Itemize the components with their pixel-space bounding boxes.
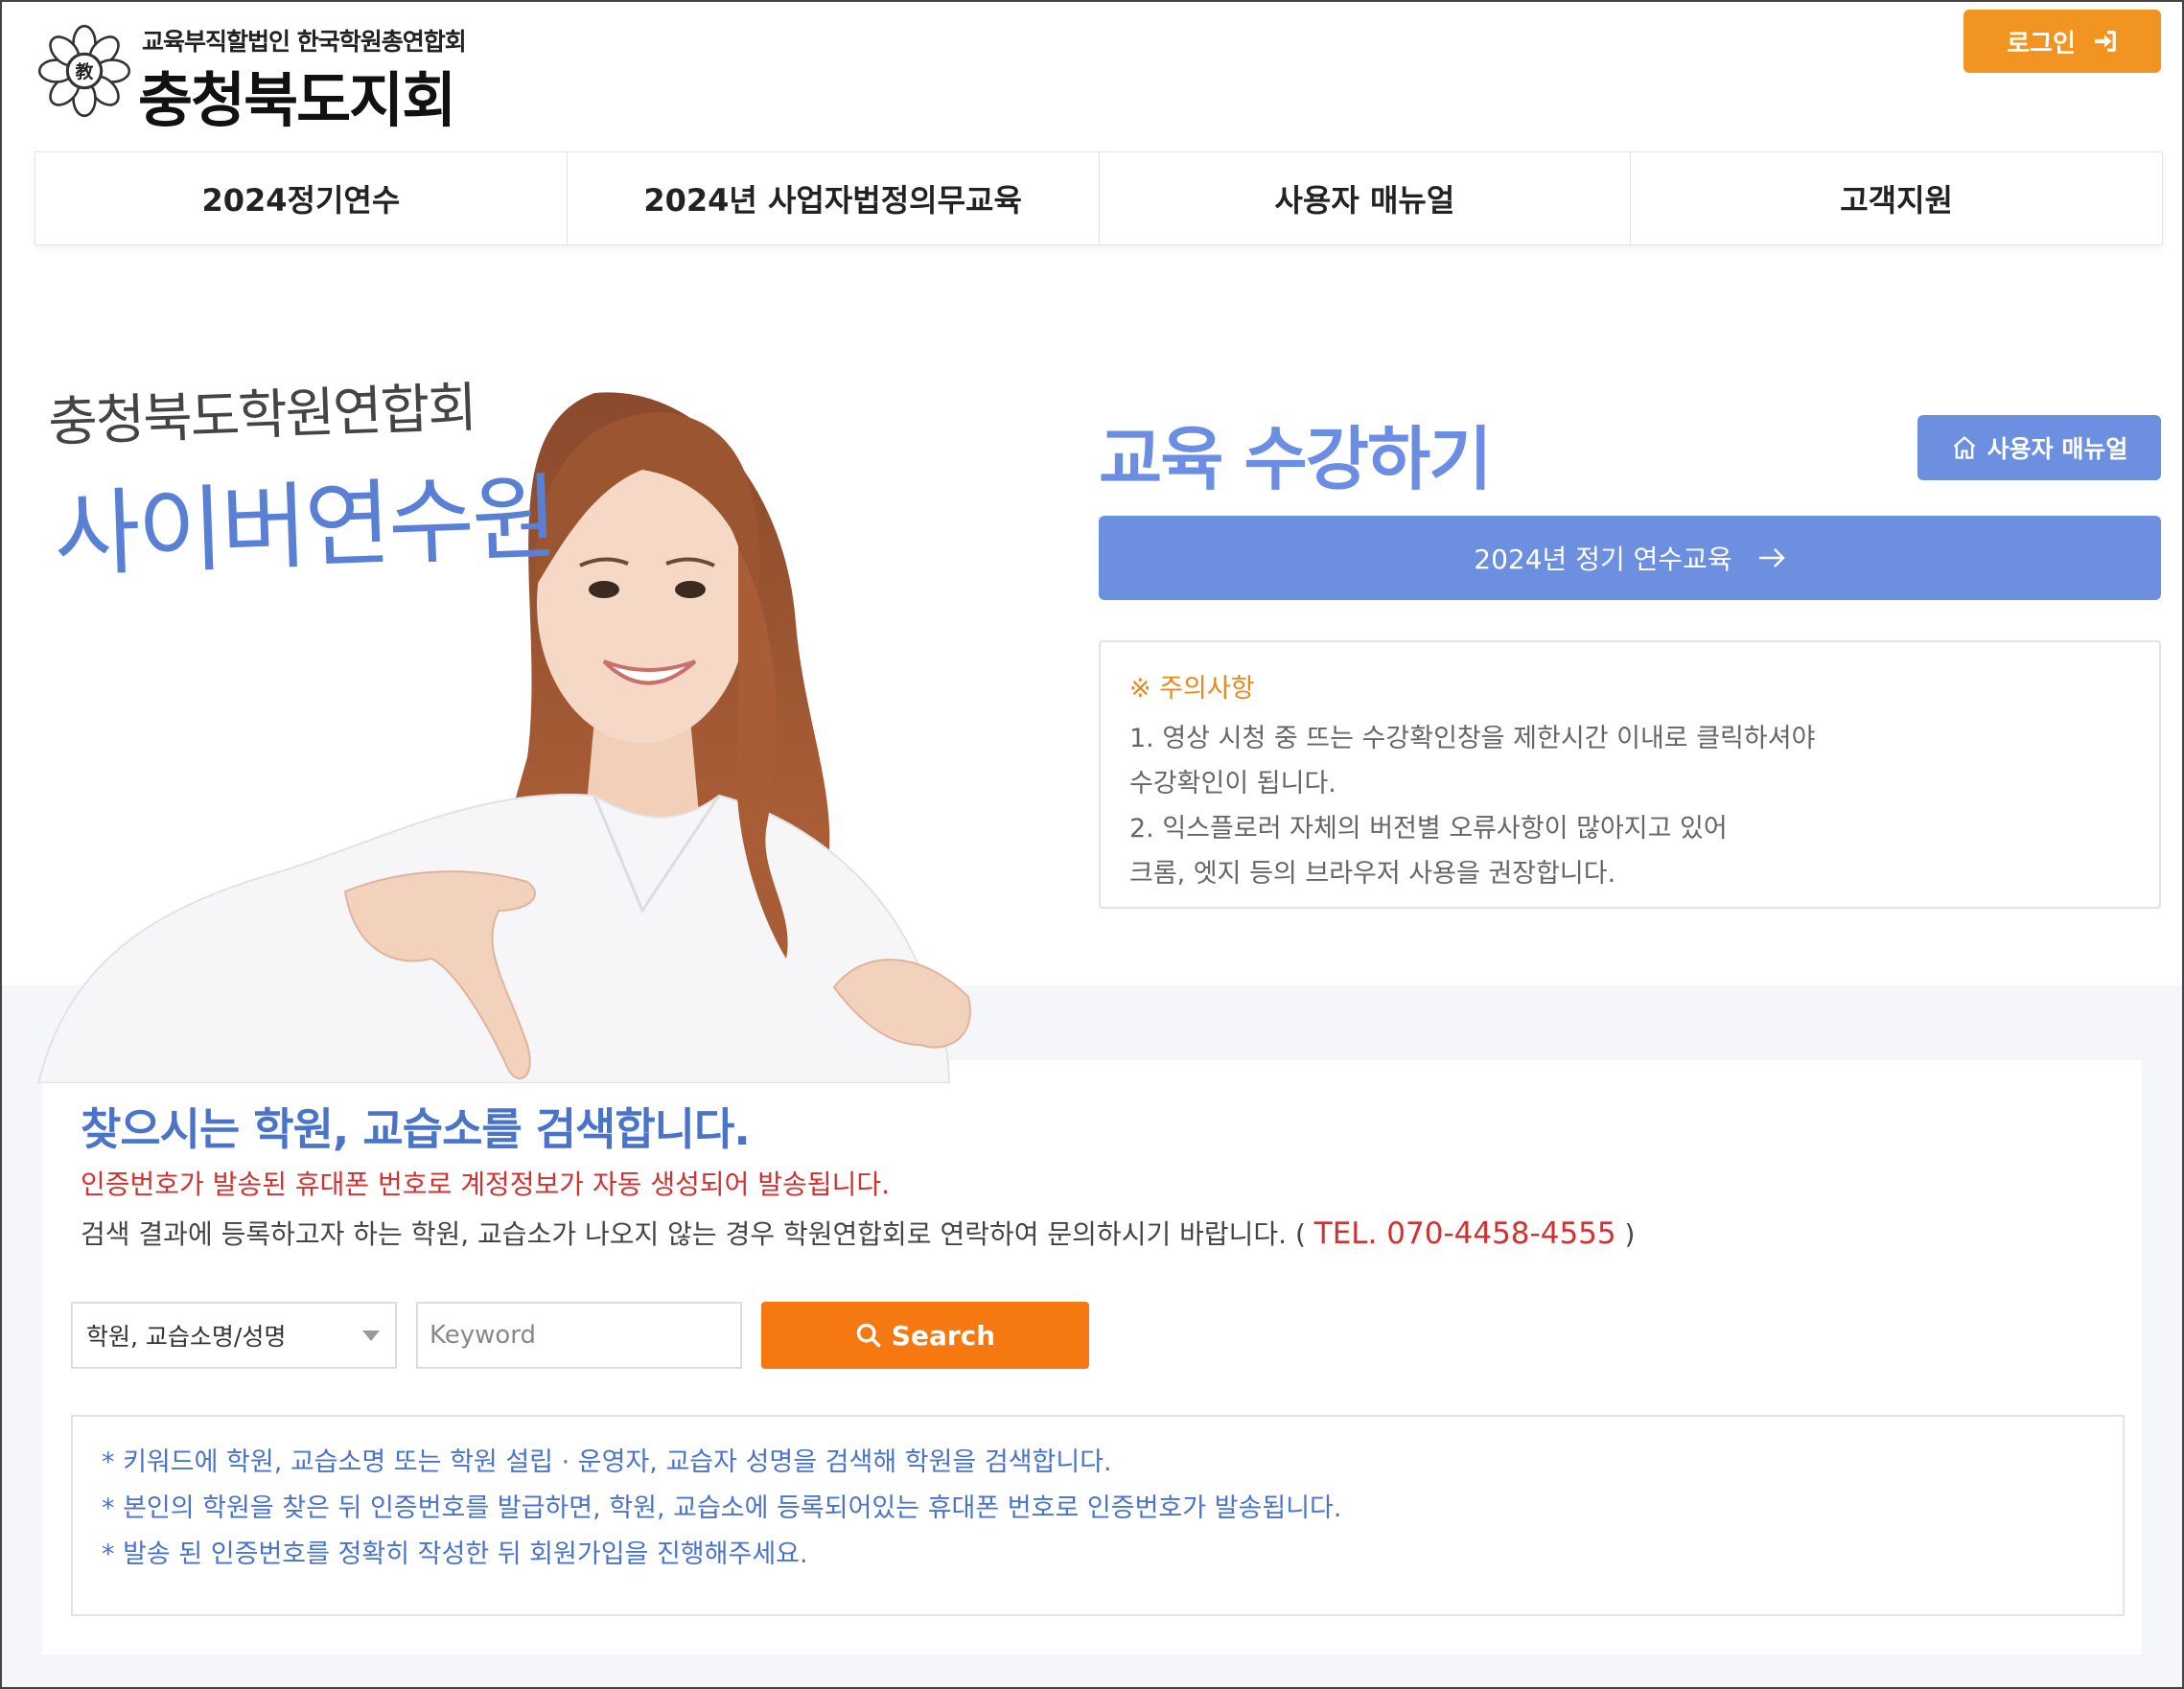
nav-item-customer-support[interactable]: 고객지원: [1630, 152, 2163, 244]
contact-notice-close: ): [1624, 1218, 1636, 1250]
notice-line: 수강확인이 됩니다.: [1129, 769, 1336, 798]
notice-line: 1. 영상 시청 중 뜨는 수강확인창을 제한시간 이내로 클릭하셔야: [1129, 724, 1816, 753]
notice-box: ※ 주의사항 1. 영상 시청 중 뜨는 수강확인창을 제한시간 이내로 클릭하…: [1099, 640, 2161, 909]
hero-subtitle: 충청북도학원연합회: [47, 377, 476, 454]
phone-number: TEL. 070-4458-4555: [1313, 1216, 1616, 1251]
contact-notice: 검색 결과에 등록하고자 하는 학원, 교습소가 나오지 않는 경우 학원연합회…: [81, 1214, 1635, 1252]
arrow-right-icon: [1758, 548, 1785, 567]
user-manual-button[interactable]: 사용자 매뉴얼: [1917, 415, 2161, 480]
search-help-box: * 키워드에 학원, 교습소명 또는 학원 설립 · 운영자, 교습자 성명을 …: [71, 1415, 2125, 1616]
main-nav: 2024정기연수 2024년 사업자법정의무교육 사용자 매뉴얼 고객지원: [35, 151, 2163, 245]
sign-in-icon: [2095, 31, 2116, 52]
contact-notice-text: 검색 결과에 등록하고자 하는 학원, 교습소가 나오지 않는 경우 학원연합회…: [81, 1218, 1306, 1250]
help-line: * 발송 된 인증번호를 정확히 작성한 뒤 회원가입을 진행해주세요.: [102, 1539, 808, 1569]
education-title: 교육 수강하기: [1099, 419, 1493, 499]
search-icon: [856, 1323, 881, 1348]
regular-course-label: 2024년 정기 연수교육: [1474, 544, 1732, 575]
keyword-input[interactable]: [416, 1302, 742, 1369]
emblem-text: 教: [76, 61, 94, 82]
search-button-label: Search: [891, 1319, 996, 1352]
help-line: * 본인의 학원을 찾은 뒤 인증번호를 발급하면, 학원, 교습소에 등록되어…: [102, 1493, 1342, 1523]
search-button[interactable]: Search: [761, 1302, 1089, 1369]
login-button[interactable]: 로그인: [1963, 10, 2161, 73]
logo-title: 충청북도지회: [138, 65, 456, 135]
account-notice: 인증번호가 발송된 휴대폰 번호로 계정정보가 자동 생성되어 발송됩니다.: [81, 1168, 891, 1200]
search-title: 찾으시는 학원, 교습소를 검색합니다.: [81, 1103, 751, 1155]
nav-item-regular-training[interactable]: 2024정기연수: [35, 152, 567, 244]
notice-title: ※ 주의사항: [1129, 674, 1255, 704]
nav-item-user-manual[interactable]: 사용자 매뉴얼: [1098, 152, 1631, 244]
user-manual-label: 사용자 매뉴얼: [1987, 435, 2128, 463]
search-type-select[interactable]: 학원, 교습소명/성명: [71, 1302, 397, 1369]
notice-line: 크롬, 엣지 등의 브라우저 사용을 권장합니다.: [1129, 859, 1616, 889]
home-icon: [1953, 435, 1975, 459]
nav-item-mandatory-education[interactable]: 2024년 사업자법정의무교육: [566, 152, 1099, 244]
login-label: 로그인: [2007, 29, 2076, 58]
help-line: * 키워드에 학원, 교습소명 또는 학원 설립 · 운영자, 교습자 성명을 …: [102, 1447, 1112, 1477]
hero-title: 사이버연수원: [52, 463, 558, 591]
search-type-value: 학원, 교습소명/성명: [86, 1323, 287, 1351]
site-logo[interactable]: 教 교육부직할법인 한국학원총연합회 충청북도지회: [35, 17, 495, 135]
caret-down-icon: [362, 1330, 380, 1341]
notice-line: 2. 익스플로러 자체의 버전별 오류사항이 많아지고 있어: [1129, 814, 1728, 844]
regular-course-button[interactable]: 2024년 정기 연수교육: [1099, 516, 2161, 600]
emblem-icon: 教: [37, 24, 131, 118]
